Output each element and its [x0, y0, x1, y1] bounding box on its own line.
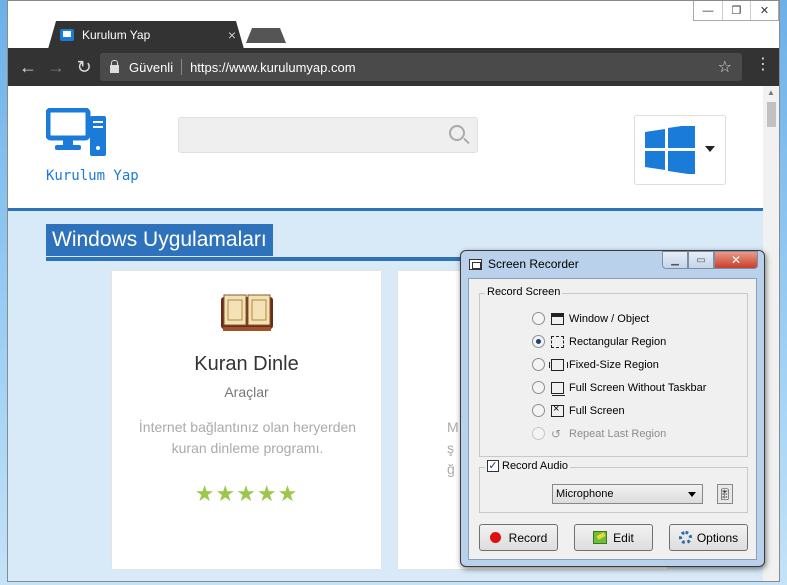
option-label: Repeat Last Region: [569, 427, 667, 440]
back-button[interactable]: ←: [14, 53, 42, 81]
browser-menu-icon[interactable]: ⋮: [755, 57, 771, 73]
full-screen-icon: [551, 403, 564, 417]
secure-label: Güvenli: [129, 59, 174, 75]
option-label: Full Screen: [569, 404, 625, 417]
record-audio-group: ✓ Record Audio Microphone 🎚: [479, 460, 748, 513]
browser-toolbar: ← → ↻ Güvenli https://www.kurulumyap.com…: [8, 48, 779, 86]
audio-source-value: Microphone: [556, 488, 614, 500]
page-scrollbar[interactable]: ▲: [763, 86, 779, 581]
dialog-body: Record Screen Window / Object Rectangula…: [468, 278, 757, 560]
close-button[interactable]: ✕: [750, 1, 778, 20]
record-dot-icon: [489, 532, 501, 543]
card-title[interactable]: Kuran Dinle: [112, 353, 381, 376]
option-full-screen-without-taskbar[interactable]: Full Screen Without Taskbar: [532, 381, 707, 396]
windows-logo-icon: [645, 126, 695, 174]
option-label: Rectangular Region: [569, 335, 667, 348]
edit-button[interactable]: Edit: [574, 524, 653, 551]
option-fixed-size-region[interactable]: Fixed-Size Region: [532, 358, 659, 371]
audio-source-select[interactable]: Microphone: [552, 484, 703, 504]
record-button[interactable]: Record: [479, 524, 558, 551]
options-button[interactable]: Options: [669, 524, 748, 551]
radio-button[interactable]: [532, 381, 545, 394]
microphone-icon: 🎚: [718, 488, 732, 501]
option-label: Window / Object: [569, 312, 650, 325]
chevron-down-icon: [705, 146, 715, 152]
radio-button[interactable]: [532, 358, 545, 371]
option-rectangular-region[interactable]: Rectangular Region: [532, 335, 666, 348]
minimize-button[interactable]: —: [694, 1, 722, 20]
reload-button[interactable]: ↻: [70, 53, 98, 81]
url-text: https://www.kurulumyap.com: [190, 59, 356, 75]
screen-recorder-icon: [469, 258, 482, 270]
dialog-minimize-button[interactable]: ▁: [662, 251, 688, 269]
bookmark-star-icon[interactable]: ☆: [718, 57, 732, 77]
fixed-size-icon: [549, 358, 568, 371]
tab-close-icon[interactable]: ×: [220, 27, 244, 43]
rating-stars: ★★★★★: [194, 481, 299, 506]
dialog-maximize-button[interactable]: ▭: [688, 251, 714, 269]
radio-button-disabled: [532, 427, 545, 440]
record-screen-label: Record Screen: [485, 286, 563, 298]
dialog-title: Screen Recorder: [488, 257, 579, 271]
new-tab-button[interactable]: [246, 28, 286, 43]
address-bar[interactable]: Güvenli https://www.kurulumyap.com ☆: [100, 53, 742, 81]
section-title: Windows Uygulamaları: [46, 224, 273, 256]
window-controls: — ❐ ✕: [693, 1, 779, 21]
audio-settings-button[interactable]: 🎚: [717, 484, 733, 504]
forward-button[interactable]: →: [42, 53, 70, 81]
computer-logo-icon: [45, 107, 106, 156]
card-category: Araçlar: [224, 384, 269, 400]
dialog-close-button[interactable]: ✕: [714, 251, 758, 269]
option-label: Fixed-Size Region: [569, 358, 659, 371]
record-screen-group: Record Screen Window / Object Rectangula…: [479, 286, 748, 457]
record-audio-label: Record Audio: [502, 460, 569, 472]
dialog-window-controls: ▁ ▭ ✕: [662, 251, 758, 269]
dropdown-arrow-icon: [688, 492, 696, 497]
option-window-object[interactable]: Window / Object: [532, 312, 649, 325]
option-label: Full Screen Without Taskbar: [569, 381, 707, 394]
scroll-up-icon[interactable]: ▲: [767, 88, 775, 97]
radio-button[interactable]: [532, 312, 545, 325]
browser-tab[interactable]: Kurulum Yap ×: [48, 21, 244, 49]
separator: [181, 59, 183, 75]
app-card[interactable]: Kuran Dinle Araçlar İnternet bağlantınız…: [111, 270, 382, 570]
record-audio-checkbox[interactable]: ✓ Record Audio: [485, 460, 571, 472]
gear-icon: [678, 531, 692, 544]
card-description-fragment: M ş ğ: [447, 419, 459, 477]
record-button-label: Record: [508, 530, 548, 545]
options-button-label: Options: [696, 530, 739, 545]
radio-button-selected[interactable]: [532, 335, 545, 348]
site-logo[interactable]: Kurulum Yap: [45, 107, 148, 184]
radio-button[interactable]: [532, 404, 545, 417]
rectangle-region-icon: [551, 335, 564, 348]
search-icon[interactable]: [449, 125, 465, 141]
option-full-screen[interactable]: Full Screen: [532, 403, 625, 417]
scrollbar-thumb[interactable]: [767, 102, 776, 127]
edit-button-label: Edit: [613, 530, 634, 545]
card-description: İnternet bağlantınız olan heryerden kura…: [138, 419, 357, 456]
edit-icon: [593, 531, 608, 544]
search-input[interactable]: [178, 117, 478, 153]
checkbox-checked[interactable]: ✓: [487, 460, 499, 472]
window-icon: [551, 312, 564, 325]
dialog-titlebar[interactable]: Screen Recorder: [469, 257, 579, 271]
platform-dropdown[interactable]: [634, 115, 726, 185]
lock-icon: [110, 60, 119, 73]
quran-book-icon: [221, 294, 273, 331]
screen-taskbar-icon: [551, 381, 565, 396]
option-repeat-last-region: ↺ Repeat Last Region: [532, 427, 666, 440]
maximize-button[interactable]: ❐: [722, 1, 750, 20]
tab-title: Kurulum Yap: [82, 28, 151, 42]
browser-titlebar: Kurulum Yap × — ❐ ✕: [8, 1, 779, 49]
screen-recorder-dialog: Screen Recorder ▁ ▭ ✕ Record Screen Wind…: [460, 250, 765, 567]
repeat-icon: ↺: [551, 426, 562, 441]
logo-text: Kurulum Yap: [46, 168, 139, 184]
site-favicon-icon: [60, 29, 74, 41]
